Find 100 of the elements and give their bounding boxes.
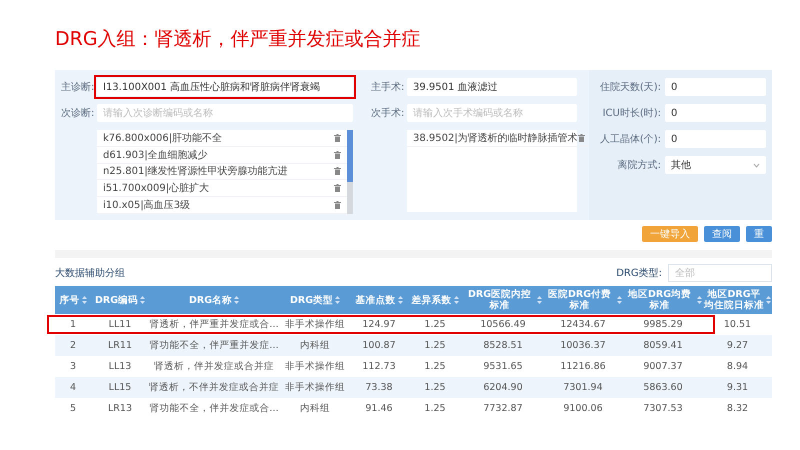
- item-text: 38.9502|为肾透析的临时静脉插管术: [413, 132, 578, 145]
- main-surgery-field[interactable]: 39.9501 血液滤过: [407, 78, 577, 96]
- table-cell-text: 100.87: [361, 339, 397, 353]
- table-cell-text: 1.25: [423, 360, 447, 374]
- diagnosis-item[interactable]: k76.800x006|肝功能不全: [97, 130, 347, 147]
- header-text: 序号: [60, 294, 80, 306]
- table-cell-text: LL11: [108, 318, 132, 332]
- filter-label: DRG类型:: [616, 266, 662, 280]
- dropdown[interactable]: 其他: [665, 156, 766, 174]
- diagnosis-item[interactable]: d61.903|全血细胞减少: [97, 146, 347, 164]
- table-cell-text: 9100.06: [562, 402, 604, 416]
- table-cell-text: 5863.60: [642, 381, 684, 395]
- table-cell-text: 8.32: [726, 402, 750, 416]
- trash-icon[interactable]: [334, 150, 341, 159]
- input-field[interactable]: 0: [665, 104, 766, 122]
- sort-icon: [398, 296, 402, 304]
- header-text: 地区DRG平均住院日标准: [704, 289, 764, 311]
- trash-icon[interactable]: [334, 134, 341, 142]
- header-text: DRG编码: [95, 294, 138, 306]
- table-row[interactable]: 4 LL15 肾透析，不伴并发症或合并症 非手术操作组 73.38 1.25 6204.90 7301.94 5863.60 9.31: [55, 377, 772, 398]
- table-cell-text: 4: [68, 381, 78, 395]
- table-cell-text: 9.27: [726, 339, 750, 353]
- section-title: 大数据辅助分组: [55, 266, 125, 280]
- trash-icon[interactable]: [334, 184, 341, 192]
- field-label: 主诊断:: [61, 80, 93, 94]
- table-cell-text: 3: [68, 360, 78, 374]
- chevron-icon: [753, 162, 760, 168]
- table-cell-text: 6204.90: [482, 381, 524, 395]
- field-label: 住院天数(天):: [598, 80, 661, 94]
- diagnosis-item[interactable]: n25.801|继发性肾源性甲状旁腺功能亢进: [97, 164, 347, 180]
- table-cell-text: 9985.29: [642, 318, 684, 332]
- table-cell-text: 1.25: [423, 318, 447, 332]
- page-title: DRG入组：肾透析，伴严重并发症或合并症: [55, 27, 422, 52]
- table-cell-text: 非手术操作组: [284, 318, 346, 332]
- sort-icon: [617, 296, 622, 304]
- trash-icon[interactable]: [334, 167, 341, 176]
- input-field[interactable]: 0: [665, 78, 766, 96]
- header-text: DRG名称: [189, 294, 232, 306]
- table-cell-text: 非手术操作组: [284, 360, 346, 374]
- table-cell-text: 内科组: [299, 402, 331, 416]
- sort-icon: [454, 296, 458, 304]
- field-label: 次诊断:: [61, 106, 93, 120]
- table-cell-text: 肾透析，伴并发症或合并症: [153, 360, 275, 374]
- item-text: n25.801|继发性肾源性甲状旁腺功能亢进: [103, 164, 288, 178]
- table-cell-text: LL15: [108, 381, 132, 395]
- trash-icon[interactable]: [334, 201, 341, 210]
- table-cell-text: 1.25: [423, 339, 447, 353]
- sort-icon: [335, 296, 340, 304]
- table-cell-text: 7301.94: [562, 381, 604, 395]
- table-cell-text: 5: [68, 402, 78, 416]
- table-cell-text: 10036.37: [559, 339, 607, 353]
- sort-icon: [82, 296, 86, 304]
- sort-icon: [234, 296, 239, 304]
- table-cell-text: LR13: [107, 402, 133, 416]
- item-text: k76.800x006|肝功能不全: [103, 132, 222, 145]
- table-cell-text: 11216.86: [559, 360, 607, 374]
- table-cell-text: 112.73: [361, 360, 397, 374]
- table-cell-text: 非手术操作组: [284, 381, 346, 395]
- sort-icon: [697, 296, 702, 304]
- header-text: 地区DRG均费标准: [626, 289, 692, 311]
- header-text: 医院DRG付费标准: [547, 289, 612, 311]
- field-label: 人工晶体(个):: [598, 133, 661, 146]
- input-field[interactable]: 0: [665, 130, 766, 148]
- main-diagnosis-field[interactable]: I13.100X001 高血压性心脏病和肾脏病伴肾衰竭: [97, 78, 353, 96]
- item-text: i10.x05|高血压3级: [103, 198, 190, 212]
- table-cell-text: 10.51: [722, 318, 752, 332]
- table-cell-text: 1.25: [423, 402, 447, 416]
- field-label: 次手术:: [371, 106, 403, 120]
- header-text: 基准点数: [356, 294, 396, 306]
- table-row[interactable]: 2 LR11 肾功能不全，伴严重并发症… 内科组 100.87 1.25 8528.51 10036.37 8059.41 9.27: [55, 335, 772, 356]
- field-label: 离院方式:: [616, 158, 661, 172]
- table-cell-text: LR11: [107, 339, 133, 353]
- table-cell-text: 12434.67: [559, 318, 607, 332]
- header-text: DRG类型: [290, 294, 333, 306]
- table-cell-text: 2: [68, 339, 78, 353]
- table-cell-text: 肾功能不全，伴并发症或合…: [149, 402, 279, 416]
- table-cell-text: 10566.49: [479, 318, 527, 332]
- sort-icon: [140, 296, 145, 304]
- table-cell-text: 肾透析，伴严重并发症或合…: [149, 318, 279, 332]
- header-text: 差异系数: [412, 294, 452, 306]
- sort-icon: [766, 296, 771, 304]
- diagnosis-item[interactable]: i10.x05|高血压3级: [97, 197, 347, 214]
- table-cell-text: 9007.37: [642, 360, 684, 374]
- field-label: 主手术:: [371, 80, 403, 94]
- diagnosis-item[interactable]: i51.700x009|心脏扩大: [97, 180, 347, 198]
- dropdown-value: 其他: [671, 158, 691, 172]
- table-cell-text: 内科组: [299, 339, 331, 353]
- table-cell-text: LL13: [108, 360, 132, 374]
- table-cell-text: 8528.51: [482, 339, 524, 353]
- table-cell-text: 73.38: [364, 381, 394, 395]
- table-cell-text: 9.31: [726, 381, 750, 395]
- sort-icon: [537, 296, 542, 304]
- table-cell-text: 1: [68, 318, 78, 332]
- item-text: d61.903|全血细胞减少: [103, 148, 208, 162]
- table-cell-text: 7732.87: [482, 402, 524, 416]
- trash-icon[interactable]: [578, 134, 585, 142]
- table-cell-text: 91.46: [364, 402, 394, 416]
- table-cell-text: 肾透析，不伴并发症或合并症: [149, 381, 279, 395]
- table-cell-text: 8.94: [726, 360, 750, 374]
- table-cell-text: 1.25: [423, 381, 447, 395]
